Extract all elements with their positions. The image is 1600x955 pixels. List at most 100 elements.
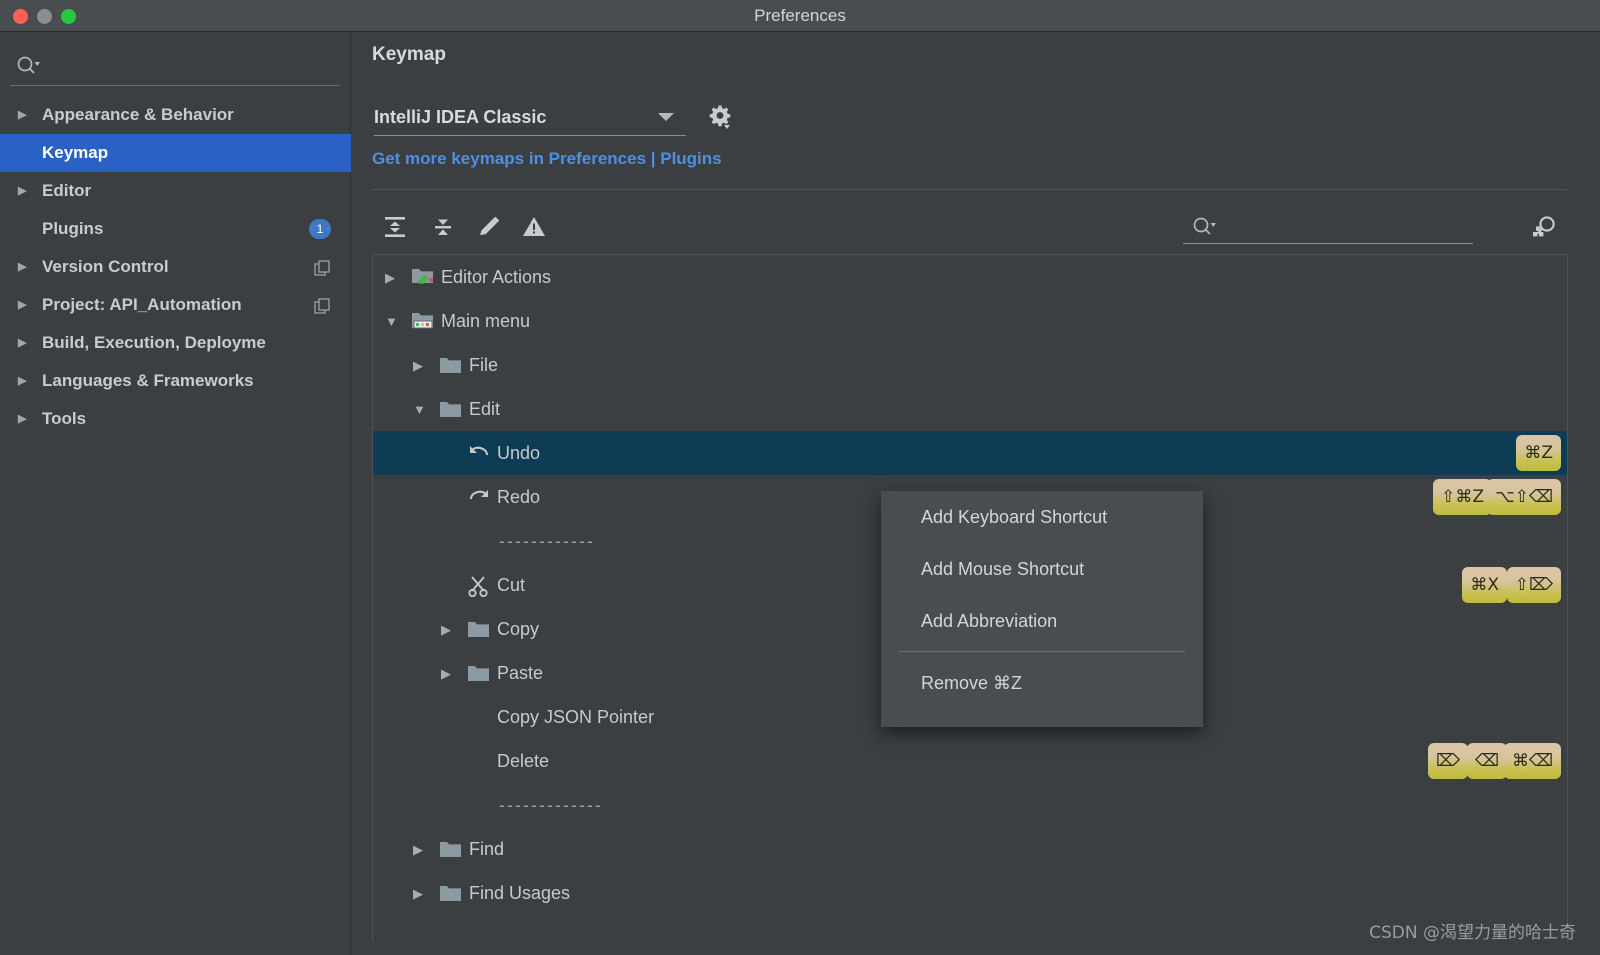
sidebar-item-editor[interactable]: ▶ Editor (0, 172, 351, 210)
sidebar-item-label: Languages & Frameworks (42, 371, 254, 391)
tree-row-label: Undo (497, 443, 540, 464)
undo-icon (467, 443, 491, 463)
tree-row-label: Copy JSON Pointer (497, 707, 654, 728)
redo-icon (467, 487, 491, 507)
disclosure-triangle-icon[interactable]: ▶ (18, 376, 36, 387)
find-by-shortcut-button[interactable] (1527, 210, 1561, 244)
sidebar-search-input[interactable] (10, 48, 340, 86)
shortcut-badge[interactable]: ⌘⌫ (1504, 743, 1561, 779)
keymap-search-input[interactable] (1183, 210, 1473, 244)
context-menu-item-add-abbreviation[interactable]: Add Abbreviation (881, 595, 1203, 647)
keymap-toolbar (372, 204, 1567, 250)
tree-row-edit[interactable]: ▼ Edit (373, 387, 1567, 431)
edit-pencil-icon (476, 214, 502, 240)
disclosure-triangle-icon[interactable]: ▶ (18, 300, 36, 311)
editor-folder-icon (411, 267, 435, 287)
collapse-all-icon (430, 214, 456, 240)
tree-row-sep-2[interactable]: ------------- (373, 783, 1567, 827)
sidebar-item-appearance-behavior[interactable]: ▶ Appearance & Behavior (0, 96, 351, 134)
sidebar-item-keymap[interactable]: ▶Keymap (0, 134, 351, 172)
context-menu-item-remove-z[interactable]: Remove ⌘Z (881, 657, 1203, 709)
tree-separator: ------------ (499, 531, 595, 552)
disclosure-triangle-icon[interactable]: ▶ (413, 887, 423, 900)
tree-row-find-usages[interactable]: ▶ Find Usages (373, 871, 1567, 915)
shortcut-badge[interactable]: ⌥⇧⌫ (1487, 479, 1561, 515)
tree-row-file[interactable]: ▶ File (373, 343, 1567, 387)
menu-folder-icon (411, 311, 435, 331)
get-more-keymaps-link[interactable]: Get more keymaps in Preferences | Plugin… (372, 149, 722, 169)
copy-icon[interactable] (314, 298, 331, 315)
sidebar-item-label: Keymap (42, 143, 108, 163)
chevron-down-icon (658, 113, 674, 121)
tree-row-delete[interactable]: Delete⌘⌫⌫⌦ (373, 739, 1567, 783)
shortcut-badge[interactable]: ⌘X (1462, 567, 1507, 603)
shortcut-badge[interactable]: ⌦ (1428, 743, 1468, 779)
disclosure-triangle-icon[interactable]: ▶ (18, 414, 36, 425)
tree-row-label: Redo (497, 487, 540, 508)
sidebar-item-label: Plugins (42, 219, 103, 239)
keymap-settings-gear-button[interactable] (704, 102, 734, 132)
tree-row-label: File (469, 355, 498, 376)
disclosure-triangle-icon[interactable]: ▶ (413, 359, 423, 372)
section-divider (372, 189, 1567, 190)
disclosure-triangle-icon[interactable]: ▶ (441, 623, 451, 636)
watermark: CSDN @渴望力量的哈士奇 (1369, 918, 1576, 943)
tree-row-label: Editor Actions (441, 267, 551, 288)
tree-row-label: Find Usages (469, 883, 570, 904)
settings-sidebar: ▶Appearance & Behavior▶Keymap▶Editor▶Plu… (0, 32, 351, 955)
collapse-all-button[interactable] (426, 210, 460, 244)
disclosure-triangle-icon[interactable]: ▼ (413, 403, 426, 416)
show-conflicts-button[interactable] (517, 210, 551, 244)
disclosure-triangle-icon[interactable]: ▶ (18, 110, 36, 121)
folder-icon (439, 883, 463, 903)
disclosure-triangle-icon[interactable]: ▶ (18, 262, 36, 273)
tree-row-label: Copy (497, 619, 539, 640)
sidebar-item-build-execution-deployme[interactable]: ▶ Build, Execution, Deployme (0, 324, 351, 362)
disclosure-triangle-icon[interactable]: ▶ (18, 338, 36, 349)
sidebar-item-label: Build, Execution, Deployme (42, 333, 266, 353)
sidebar-item-label: Tools (42, 409, 86, 429)
keymap-dropdown[interactable]: IntelliJ IDEA Classic (374, 100, 686, 136)
keymap-dropdown-value: IntelliJ IDEA Classic (374, 107, 546, 128)
title-bar: Preferences (0, 0, 1600, 32)
sidebar-item-label: Appearance & Behavior (42, 105, 234, 125)
sidebar-item-label: Editor (42, 181, 91, 201)
disclosure-triangle-icon[interactable]: ▶ (413, 843, 423, 856)
keymap-settings-panel: Keymap IntelliJ IDEA Classic Get more ke… (352, 32, 1600, 955)
folder-icon (439, 839, 463, 859)
search-icon (15, 54, 41, 78)
tree-row-label: Main menu (441, 311, 530, 332)
context-menu-item-add-keyboard-shortcut[interactable]: Add Keyboard Shortcut (881, 491, 1203, 543)
tree-row-label: Find (469, 839, 504, 860)
plugins-update-badge: 1 (309, 219, 331, 239)
disclosure-triangle-icon[interactable]: ▶ (385, 271, 395, 284)
shortcut-badge[interactable]: ⇧⌦ (1507, 567, 1561, 603)
tree-row-label: Paste (497, 663, 543, 684)
sidebar-item-project-api-automation[interactable]: ▶Project: API_Automation (0, 286, 351, 324)
expand-all-button[interactable] (378, 210, 412, 244)
copy-icon[interactable] (314, 260, 331, 277)
disclosure-triangle-icon[interactable]: ▼ (385, 315, 398, 328)
sidebar-item-label: Version Control (42, 257, 169, 277)
shortcut-badge[interactable]: ⇧⌘Z (1433, 479, 1492, 515)
disclosure-triangle-icon[interactable]: ▶ (441, 667, 451, 680)
edit-shortcut-button[interactable] (472, 210, 506, 244)
gear-icon (704, 102, 734, 132)
search-icon (1191, 215, 1217, 239)
disclosure-triangle-icon[interactable]: ▶ (18, 186, 36, 197)
tree-row-main-menu[interactable]: ▼ Main menu (373, 299, 1567, 343)
sidebar-item-plugins[interactable]: ▶Plugins1 (0, 210, 351, 248)
shortcut-badge[interactable]: ⌫ (1467, 743, 1507, 779)
page-title: Keymap (372, 44, 446, 66)
tree-row-undo[interactable]: Undo ⌘Z (373, 431, 1567, 475)
shortcut-badge[interactable]: ⌘Z (1516, 435, 1561, 471)
find-by-shortcut-icon (1530, 213, 1558, 241)
sidebar-item-tools[interactable]: ▶ Tools (0, 400, 351, 438)
sidebar-item-languages-frameworks[interactable]: ▶ Languages & Frameworks (0, 362, 351, 400)
context-menu-item-add-mouse-shortcut[interactable]: Add Mouse Shortcut (881, 543, 1203, 595)
tree-row-label: Cut (497, 575, 525, 596)
tree-row-label: Edit (469, 399, 500, 420)
tree-row-find[interactable]: ▶ Find (373, 827, 1567, 871)
sidebar-item-version-control[interactable]: ▶ Version Control (0, 248, 351, 286)
tree-row-editor-actions[interactable]: ▶ Editor Actions (373, 255, 1567, 299)
